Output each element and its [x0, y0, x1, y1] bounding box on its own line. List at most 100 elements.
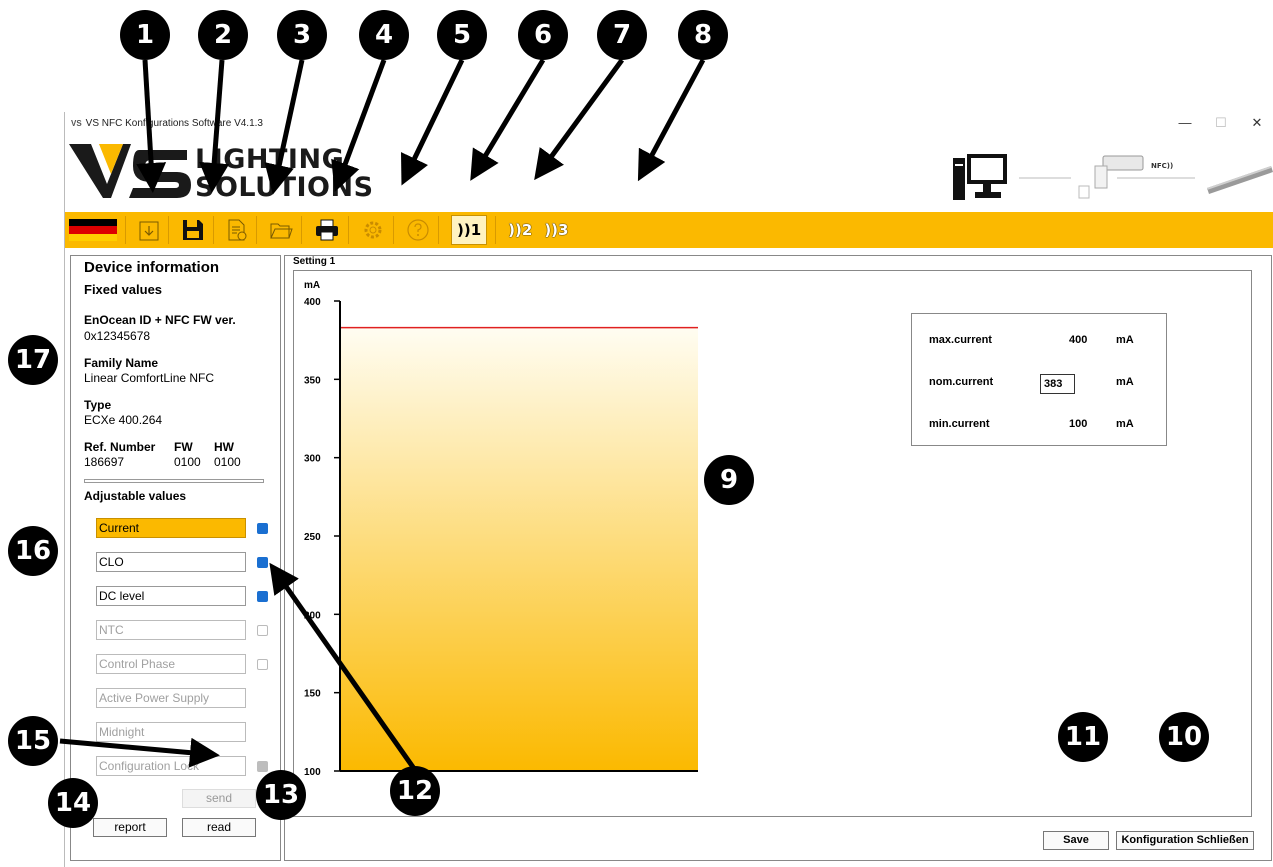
nom-current-label: nom.current [929, 376, 994, 388]
send-button[interactable]: send [182, 789, 256, 808]
help-button[interactable] [406, 215, 430, 245]
callout-4: 4 [359, 10, 409, 60]
computer-icon [953, 154, 1007, 200]
app-icon: VS [71, 118, 82, 128]
close-configuration-button[interactable]: Konfiguration Schließen [1116, 831, 1254, 850]
toolbar-separator [301, 216, 302, 244]
logo-text-lighting: LIGHTING [195, 144, 345, 175]
current-field[interactable]: Current [96, 518, 246, 538]
max-current-unit: mA [1116, 334, 1134, 346]
toolbar-separator [438, 216, 439, 244]
current-chart-frame: mA 400 350 300 250 200 150 100 max.current 400 … [293, 270, 1252, 817]
toolbar-separator [213, 216, 214, 244]
y-tick-label: 200 [304, 610, 321, 621]
logo-text-solutions: SOLUTIONS [195, 172, 374, 203]
maximize-button[interactable]: ☐ [1203, 114, 1239, 132]
new-file-button[interactable] [226, 215, 248, 245]
nfc-setting-3-button[interactable]: ))3 [544, 215, 568, 245]
max-current-value: 400 [1069, 334, 1088, 346]
y-tick-label: 350 [304, 375, 321, 386]
y-tick-label: 150 [304, 689, 321, 700]
type-value: ECXe 400.264 [84, 413, 163, 427]
download-icon [139, 221, 159, 241]
read-button[interactable]: read [182, 818, 256, 837]
vs-logo-icon [69, 144, 191, 198]
callout-12: 12 [390, 766, 440, 816]
led-driver-icon [1207, 166, 1273, 194]
stage: VS VS NFC Konfigurations Software V4.1.3… [0, 0, 1273, 867]
close-button[interactable]: ✕ [1239, 114, 1273, 132]
ntc-field[interactable]: NTC [96, 620, 246, 640]
clo-field[interactable]: CLO [96, 552, 246, 572]
fixed-values-title: Fixed values [84, 282, 163, 297]
open-button[interactable] [269, 215, 293, 245]
toolbar: ))1 ))2 ))3 [65, 212, 1273, 248]
callout-17: 17 [8, 335, 58, 385]
enocean-value: 0x12345678 [84, 329, 151, 343]
midnight-field[interactable]: Midnight [96, 722, 246, 742]
setting-panel: Setting 1 mA 400 350 300 250 200 150 100 max.cu… [284, 255, 1272, 861]
folder-icon [270, 223, 293, 239]
y-tick-label: 400 [304, 297, 321, 308]
toolbar-separator [348, 216, 349, 244]
divider [84, 479, 264, 483]
device-info-title: Device information [84, 259, 220, 276]
flag-de-icon[interactable] [69, 219, 117, 241]
ntc-checkbox[interactable] [257, 625, 268, 636]
enocean-label: EnOcean ID + NFC FW ver. [84, 313, 236, 327]
nfc-setting-1-button[interactable]: ))1 [451, 215, 488, 245]
y-tick-label: 300 [304, 454, 321, 465]
settings-button[interactable] [361, 215, 385, 245]
toolbar-separator [256, 216, 257, 244]
nom-current-input[interactable]: 383 [1040, 374, 1075, 394]
report-button[interactable]: report [93, 818, 167, 837]
import-button[interactable] [138, 215, 160, 245]
gear-icon [364, 221, 382, 239]
dc-level-field[interactable]: DC level [96, 586, 246, 606]
configuration-lock-checkbox[interactable] [257, 761, 268, 772]
help-icon [407, 219, 429, 241]
print-button[interactable] [314, 215, 340, 245]
device-illustration: NFC)) [945, 148, 1273, 202]
adjustable-values-title: Adjustable values [84, 489, 187, 503]
y-tick-label: 250 [304, 532, 321, 543]
callout-3: 3 [277, 10, 327, 60]
toolbar-separator [495, 216, 497, 244]
save-button[interactable]: Save [1043, 831, 1109, 850]
nom-current-unit: mA [1116, 376, 1134, 388]
family-value: Linear ComfortLine NFC [84, 371, 215, 385]
current-bar [340, 327, 698, 771]
callout-16: 16 [8, 526, 58, 576]
type-label: Type [84, 398, 112, 412]
minimize-button[interactable]: — [1167, 114, 1203, 132]
hw-label: HW [214, 440, 234, 454]
printer-icon [316, 219, 338, 241]
family-label: Family Name [84, 356, 159, 370]
callout-10: 10 [1159, 712, 1209, 762]
callout-2: 2 [198, 10, 248, 60]
y-tick-label: 100 [304, 767, 321, 778]
callout-13: 13 [256, 770, 306, 820]
configuration-lock-field[interactable]: Configuration Lock [96, 756, 246, 776]
callout-11: 11 [1058, 712, 1108, 762]
fw-value: 0100 [174, 455, 201, 469]
dc-level-checkbox[interactable] [257, 591, 268, 602]
clo-checkbox[interactable] [257, 557, 268, 568]
save-toolbar-button[interactable] [181, 215, 205, 245]
max-current-label: max.current [929, 334, 992, 346]
control-phase-checkbox[interactable] [257, 659, 268, 670]
current-checkbox[interactable] [257, 523, 268, 534]
vs-logo: LIGHTING SOLUTIONS [69, 144, 373, 204]
y-axis-label: mA [304, 280, 320, 291]
title-bar: VS VS NFC Konfigurations Software V4.1.3 [65, 112, 1273, 134]
callout-6: 6 [518, 10, 568, 60]
min-current-value: 100 [1069, 418, 1088, 430]
current-values-box: max.current 400 mA nom.current 383 mA mi… [911, 313, 1167, 446]
active-power-supply-field[interactable]: Active Power Supply [96, 688, 246, 708]
ref-number-value: 186697 [84, 455, 125, 469]
nfc-setting-2-button[interactable]: ))2 [508, 215, 532, 245]
callout-9: 9 [704, 455, 754, 505]
window-title: VS NFC Konfigurations Software V4.1.3 [85, 117, 263, 129]
hw-value: 0100 [214, 455, 241, 469]
control-phase-field[interactable]: Control Phase [96, 654, 246, 674]
